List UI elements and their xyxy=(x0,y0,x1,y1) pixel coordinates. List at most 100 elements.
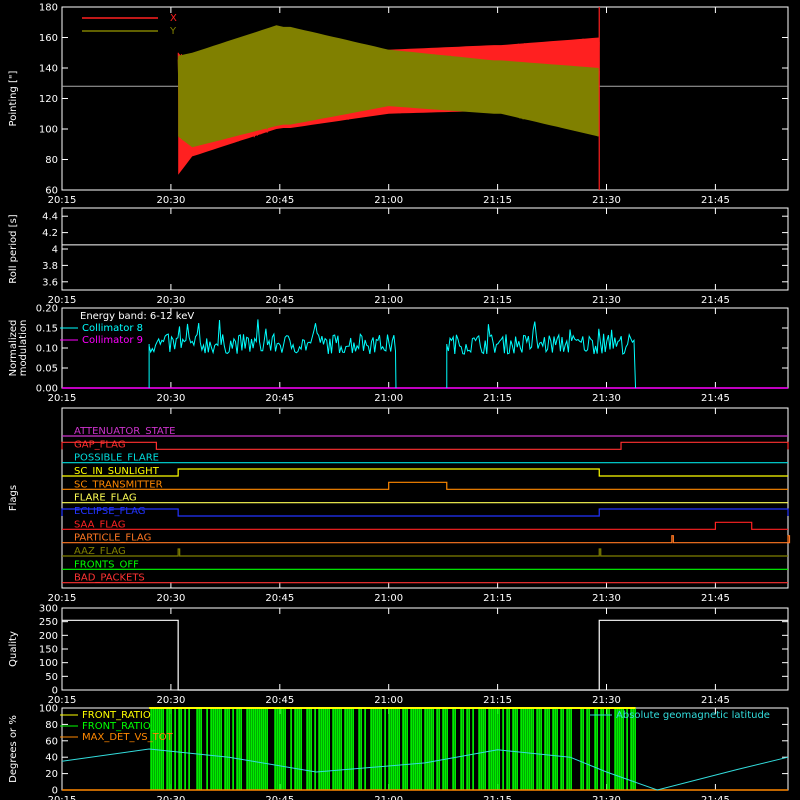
x-tick-label: 20:45 xyxy=(265,593,294,604)
x-tick-label: 20:30 xyxy=(156,393,185,404)
y-tick-label: 3.6 xyxy=(42,277,58,288)
x-tick-label: 21:00 xyxy=(374,295,403,306)
y-axis-label: Degrees or % xyxy=(8,715,19,783)
x-tick-label: 21:45 xyxy=(701,295,730,306)
flag-label: POSSIBLE_FLARE xyxy=(74,453,159,464)
x-tick-label: 20:15 xyxy=(48,593,77,604)
y-axis-label: Flags xyxy=(8,485,19,511)
y-tick-label: 4 xyxy=(52,245,58,256)
x-tick-label: 21:45 xyxy=(701,695,730,706)
series-line-collimator-8 xyxy=(446,321,637,389)
flag-label: ECLIPSE_FLAG xyxy=(74,506,145,517)
x-tick-label: 21:00 xyxy=(374,593,403,604)
panel-pointing: 20:15 20:30 20:45 21:00 21:15 21:30 21:45 60 80 1… xyxy=(8,3,789,206)
plot-frame xyxy=(61,207,789,291)
flag-label: PARTICLE_FLAG xyxy=(74,533,151,544)
y-tick-label: 3.8 xyxy=(42,261,58,272)
series-line-collimator-8 xyxy=(148,319,397,389)
x-tick-label: 20:45 xyxy=(265,695,294,706)
legend-label: FRONT_RATIO_ xyxy=(82,721,157,732)
flag-label: GAP_FLAG xyxy=(74,439,126,450)
x-tick-label: 20:15 xyxy=(48,195,77,206)
x-tick-label: 20:45 xyxy=(265,393,294,404)
flag-trace xyxy=(61,441,789,450)
figure-canvas: 20:15 20:30 20:45 21:00 21:15 21:30 21:45 60 80 1… xyxy=(8,3,791,800)
y-axis-label: Roll period [s] xyxy=(8,214,19,283)
y-tick-label: 40 xyxy=(45,753,58,764)
y-tick-label: 150 xyxy=(39,645,58,656)
x-tick-label: 20:45 xyxy=(265,795,294,800)
y-tick-label: 20 xyxy=(45,769,58,780)
flag-label: SC_IN_SUNLIGHT xyxy=(74,466,160,477)
y-tick-label: 100 xyxy=(39,704,58,715)
y-tick-label: 100 xyxy=(39,658,58,669)
flag-trace xyxy=(62,548,788,557)
y-tick-label: 180 xyxy=(39,3,58,14)
x-tick-label: 21:15 xyxy=(483,295,512,306)
flag-label: FRONTS_OFF xyxy=(74,559,139,570)
flag-label: ATTENUATOR_STATE xyxy=(74,426,175,437)
y-tick-label: 0 xyxy=(52,686,58,697)
panel-roll: 20:15 20:30 20:45 21:00 21:15 21:30 21:453.63.… xyxy=(8,207,789,306)
y-tick-label: 0.05 xyxy=(36,364,58,375)
y-axis-label: Pointing ["] xyxy=(8,70,19,126)
legend-label: MAX_DET_VS_TOT xyxy=(82,732,174,743)
y-tick-label: 0.20 xyxy=(36,304,58,315)
x-tick-label: 21:45 xyxy=(701,195,730,206)
x-tick-label: 20:30 xyxy=(156,695,185,706)
x-tick-label: 20:30 xyxy=(156,195,185,206)
flag-trace xyxy=(62,481,788,490)
flag-trace xyxy=(61,508,789,517)
y-tick-label: 0 xyxy=(52,786,58,797)
x-tick-label: 21:15 xyxy=(483,393,512,404)
panel-quality: 20:15 20:30 20:45 21:00 21:15 21:30 21:4505010… xyxy=(8,604,789,706)
x-tick-label: 20:15 xyxy=(48,393,77,404)
legend-label: Collimator 8 xyxy=(82,323,143,334)
energy-band-annotation: Energy band: 6-12 keV xyxy=(80,311,194,322)
x-tick-label: 20:45 xyxy=(265,295,294,306)
y-tick-label: 120 xyxy=(39,94,58,105)
x-tick-label: 21:00 xyxy=(374,195,403,206)
panel-modulation: 20:15 20:30 20:45 21:00 21:15 21:30 21:45 0.00 0… xyxy=(8,304,789,404)
legend-label: Absolute geomagnetic latitude xyxy=(616,710,770,721)
x-tick-label: 21:30 xyxy=(592,295,621,306)
y-tick-label: 50 xyxy=(45,672,58,683)
y-tick-label: 0.10 xyxy=(36,344,58,355)
legend-label: Collimator 9 xyxy=(82,335,143,346)
y-tick-label: 200 xyxy=(39,631,58,642)
y-tick-label: 300 xyxy=(39,604,58,615)
panel-ratios: 20:1520:3020:4521:0021:1521:3021:4502040… xyxy=(8,704,789,800)
legend-label: FRONT_RATIO xyxy=(82,710,151,721)
legend-label: Y xyxy=(169,26,177,37)
quality-line xyxy=(62,619,788,691)
flag-label: AAZ_FLAG xyxy=(74,546,126,557)
x-tick-label: 21:30 xyxy=(592,695,621,706)
flag-label: FLARE_FLAG xyxy=(74,493,137,504)
x-tick-label: 21:45 xyxy=(701,795,730,800)
x-tick-label: 21:45 xyxy=(701,593,730,604)
x-tick-label: 20:30 xyxy=(156,295,185,306)
flag-trace xyxy=(62,521,788,530)
x-tick-label: 21:00 xyxy=(374,695,403,706)
y-tick-label: 60 xyxy=(45,736,58,747)
x-tick-label: 21:30 xyxy=(592,393,621,404)
panel-flags: 20:15 20:30 20:45 21:00 21:15 21:30 21:45 Flags… xyxy=(8,407,791,604)
flag-trace xyxy=(62,535,791,544)
y-tick-label: 80 xyxy=(45,155,58,166)
y-tick-label: 140 xyxy=(39,64,58,75)
flag-label: BAD_PACKETS xyxy=(74,573,145,584)
x-tick-label: 21:30 xyxy=(592,195,621,206)
x-tick-label: 21:15 xyxy=(483,593,512,604)
y-axis-label: Quality xyxy=(8,631,19,667)
x-tick-label: 21:45 xyxy=(701,393,730,404)
legend-label: X xyxy=(170,13,177,24)
y-tick-label: 250 xyxy=(39,617,58,628)
y-tick-label: 0.00 xyxy=(36,384,58,395)
x-tick-label: 20:45 xyxy=(265,195,294,206)
y-axis-label: modulation xyxy=(18,320,29,377)
x-tick-label: 21:15 xyxy=(483,195,512,206)
y-tick-label: 60 xyxy=(45,186,58,197)
x-tick-label: 21:15 xyxy=(483,695,512,706)
y-tick-label: 4.4 xyxy=(42,212,58,223)
x-tick-label: 21:15 xyxy=(483,795,512,800)
